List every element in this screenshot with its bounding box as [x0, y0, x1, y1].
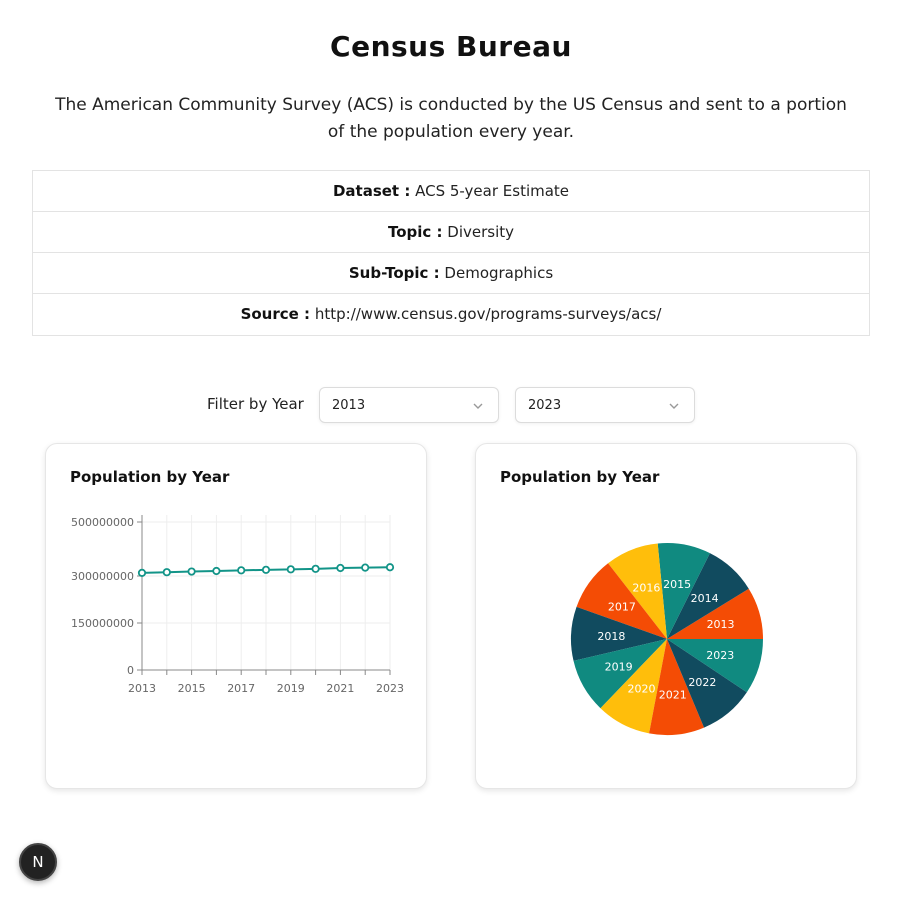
pie-slice-label: 2021 [659, 688, 687, 701]
end-year-value: 2023 [528, 398, 562, 413]
intro-text: The American Community Survey (ACS) is c… [55, 95, 847, 142]
data-point [162, 568, 171, 577]
line-chart-title: Population by Year [70, 468, 230, 486]
data-point [385, 563, 395, 572]
pie-slice-label: 2013 [707, 618, 735, 631]
x-tick-label: 2013 [128, 682, 156, 695]
line-chart-card: 0 150000000 300000000 500000000 2013 2015 2017… [45, 443, 427, 789]
line-chart: 0 150000000 300000000 500000000 2013 2015 2017… [71, 515, 404, 695]
dev-tools-badge[interactable]: N [19, 843, 57, 881]
data-point [261, 565, 271, 574]
grid [141, 515, 391, 670]
filter-label: Filter by Year [207, 395, 304, 413]
chevron-down-icon [473, 403, 483, 409]
start-year-value: 2013 [332, 398, 366, 413]
info-key: Dataset : [332, 182, 411, 200]
info-row-source: Source : http://www.census.gov/programs-… [33, 294, 869, 335]
page-title: Census Bureau [330, 30, 572, 63]
y-tick-label: 300000000 [71, 570, 134, 583]
pie-slice-label: 2015 [663, 578, 691, 591]
data-point [137, 568, 147, 577]
chevron-down-icon [669, 403, 679, 409]
data-point [361, 563, 370, 572]
x-tick-label: 2015 [178, 682, 206, 695]
info-row-topic: Topic : Diversity [33, 212, 869, 253]
info-row-subtopic: Sub-Topic : Demographics [33, 253, 869, 294]
pie-slice-label: 2017 [608, 600, 636, 613]
y-tick-label: 150000000 [71, 617, 134, 630]
info-value: Diversity [447, 223, 515, 241]
x-tick-label: 2023 [376, 682, 404, 695]
pie-chart-card: 2013 2014 2015 2016 2017 2018 2019 2020 2021 2022… [475, 443, 857, 789]
data-point [237, 566, 246, 575]
data-point [286, 565, 295, 574]
pie-slice-label: 2023 [706, 649, 734, 662]
data-point [212, 566, 221, 576]
pie-slice-label: 2022 [688, 676, 716, 689]
pie-chart: 2013 201420152016 2017 2018 2019 2020 20212022… [571, 543, 763, 735]
pie-slice-label: 2018 [597, 630, 625, 643]
x-tick-label: 2019 [277, 682, 305, 695]
pie-slice-label: 2019 [605, 661, 633, 674]
x-tick-label: 2017 [227, 682, 255, 695]
info-value: Demographics [444, 264, 554, 282]
end-year-select[interactable]: 2023 [515, 387, 695, 423]
x-tick-label: 2021 [326, 682, 354, 695]
y-tick-label: 500000000 [71, 516, 134, 529]
data-point [336, 563, 345, 573]
data-point [311, 564, 320, 573]
pie-slice-label: 2016 [632, 581, 660, 594]
info-key: Source : [240, 305, 311, 323]
info-key: Topic : [387, 223, 443, 241]
start-year-select[interactable]: 2013 [319, 387, 499, 423]
pie-chart-title: Population by Year [500, 468, 660, 486]
y-tick-label: 0 [127, 664, 134, 677]
info-row-dataset: Dataset : ACS 5-year Estimate [33, 171, 869, 212]
year-filter-bar: Filter by Year 2013 2023 [0, 387, 902, 423]
info-value: ACS 5-year Estimate [415, 182, 570, 200]
data-point [187, 567, 196, 576]
info-key: Sub-Topic : [348, 264, 440, 282]
info-value: http://www.census.gov/programs-surveys/a… [314, 305, 662, 323]
dataset-info-table: Dataset : ACS 5-year Estimate Topic : Di… [32, 170, 870, 336]
pie-slice-label: 2014 [691, 592, 719, 605]
pie-slice-label: 2020 [627, 682, 655, 695]
